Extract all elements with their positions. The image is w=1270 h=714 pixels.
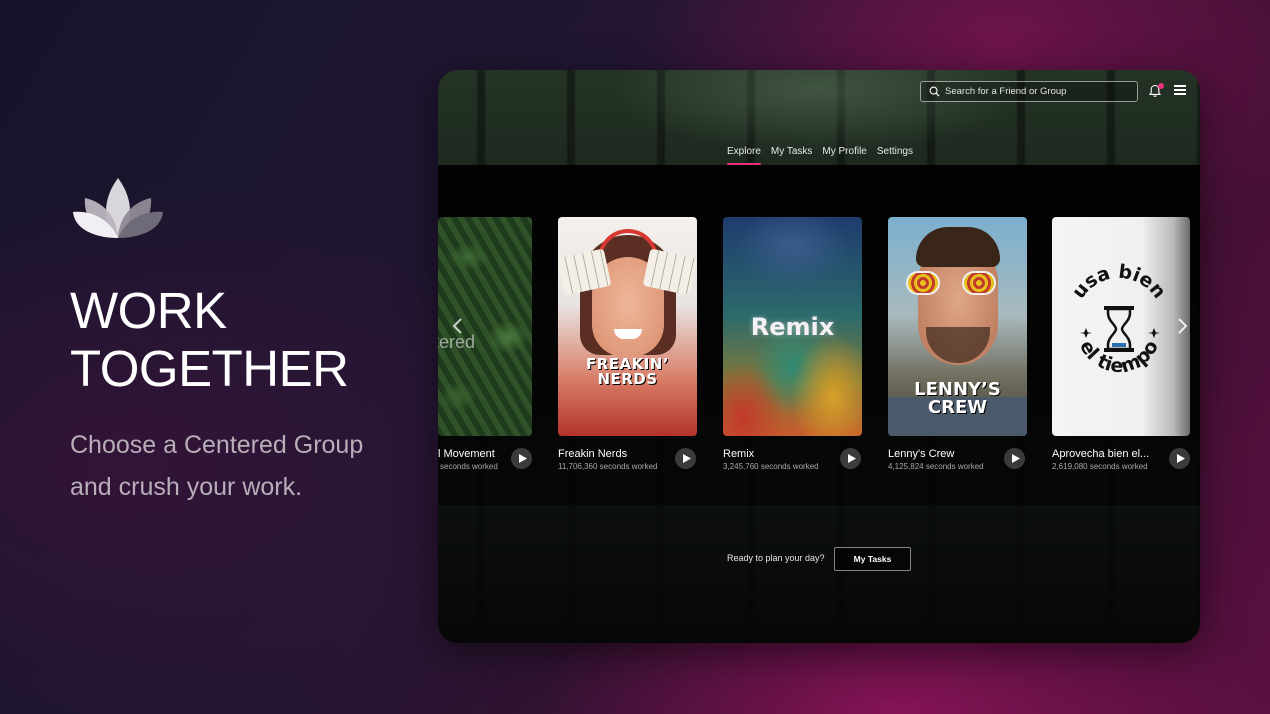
hero-title: WORK TOGETHER	[70, 282, 410, 398]
hero-title-line2: TOGETHER	[70, 340, 349, 397]
app-window: Explore My Tasks My Profile Settings nte…	[438, 70, 1200, 643]
cover-text: FREAKIN’ NERDS	[558, 357, 697, 387]
cover-text: LENNY’S CREW	[888, 381, 1027, 417]
hourglass-logo: usa bien el tiempo	[1068, 263, 1170, 378]
cover-illustration-hair	[916, 227, 1000, 267]
hero-subtitle-line2: and crush your work.	[70, 473, 303, 501]
play-button[interactable]	[840, 448, 861, 469]
cover-text-line2: el tiempo	[1075, 337, 1163, 378]
play-button[interactable]	[675, 448, 696, 469]
play-icon	[847, 454, 856, 463]
chevron-left-icon[interactable]	[451, 317, 463, 335]
group-card-stats: 2,619,080 seconds worked	[1052, 462, 1148, 471]
group-card-stats: 11,706,360 seconds worked	[558, 462, 658, 471]
group-card-cover[interactable]: Remix	[723, 217, 862, 436]
notification-dot	[1158, 83, 1164, 89]
tab-settings[interactable]: Settings	[877, 146, 913, 163]
cover-text-line1: usa bien	[1068, 263, 1170, 303]
cover-text: ntered	[438, 332, 476, 352]
search-input[interactable]	[945, 86, 1125, 97]
cover-illustration-sunglasses	[906, 271, 940, 295]
play-icon	[1176, 454, 1185, 463]
svg-text:el tiempo: el tiempo	[1075, 337, 1163, 378]
play-icon	[682, 454, 691, 463]
svg-text:usa bien: usa bien	[1068, 263, 1170, 303]
chevron-right-icon[interactable]	[1177, 317, 1189, 335]
play-button[interactable]	[1004, 448, 1025, 469]
search-bar[interactable]	[920, 81, 1138, 102]
group-card-cover[interactable]: LENNY’S CREW	[888, 217, 1027, 436]
play-button[interactable]	[511, 448, 532, 469]
tab-my-profile[interactable]: My Profile	[822, 146, 866, 163]
group-card-title[interactable]: Lenny's Crew	[888, 448, 954, 460]
group-card-title[interactable]: Aprovecha bien el...	[1052, 448, 1149, 460]
play-button[interactable]	[1169, 448, 1190, 469]
main-tabs: Explore My Tasks My Profile Settings	[727, 146, 913, 165]
group-card-title[interactable]: Freakin Nerds	[558, 448, 627, 460]
play-icon	[518, 454, 527, 463]
hero-title-line1: WORK	[70, 282, 227, 339]
tab-my-tasks[interactable]: My Tasks	[771, 146, 813, 163]
cover-text: Remix	[750, 313, 835, 341]
group-card-cover[interactable]: FREAKIN’ NERDS	[558, 217, 697, 436]
cover-illustration-sunglasses	[962, 271, 996, 295]
group-card-stats: 4,125,824 seconds worked	[888, 462, 984, 471]
tab-explore[interactable]: Explore	[727, 146, 761, 165]
group-card-stats: 3,245,760 seconds worked	[723, 462, 819, 471]
cover-text-line2: NERDS	[597, 370, 658, 388]
group-card-cover[interactable]: usa bien el tiempo	[1052, 217, 1190, 436]
hero-subtitle-line1: Choose a Centered Group	[70, 431, 364, 459]
hero-subtitle: Choose a Centered Group and crush your w…	[70, 424, 410, 508]
plan-day-prompt: Ready to plan your day?	[727, 553, 825, 563]
my-tasks-button[interactable]: My Tasks	[834, 547, 911, 571]
group-card-stats: seconds worked	[440, 462, 498, 471]
menu-icon[interactable]	[1174, 85, 1186, 96]
cover-text-line2: CREW	[927, 397, 988, 418]
group-card-title[interactable]: Remix	[723, 448, 754, 460]
play-icon	[1011, 454, 1020, 463]
search-icon	[929, 86, 940, 97]
group-card-title[interactable]: l Movement	[438, 448, 495, 460]
lotus-logo	[73, 178, 163, 238]
